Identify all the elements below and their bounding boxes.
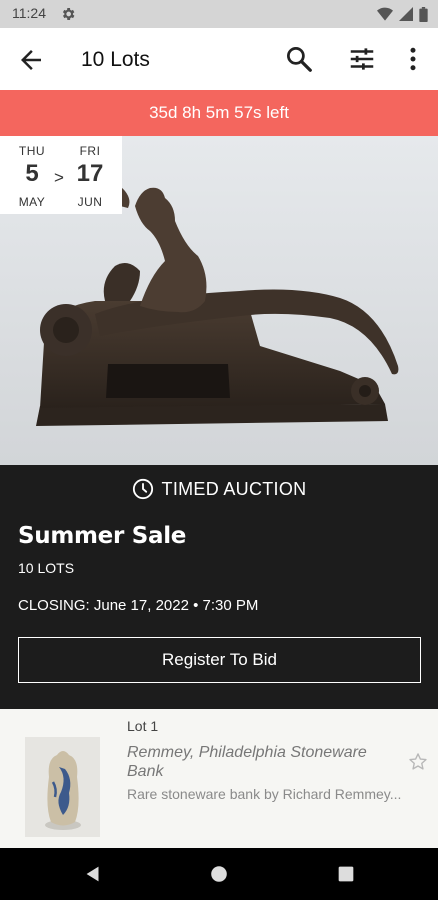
end-day-of-week: FRI [79, 144, 101, 158]
auction-type-row: TIMED AUCTION [0, 478, 438, 500]
stoneware-bank-image [25, 737, 100, 837]
auction-type-label: TIMED AUCTION [161, 479, 307, 499]
wifi-icon [377, 7, 393, 21]
lot-number: Lot 1 [127, 718, 159, 734]
gear-icon [62, 8, 75, 20]
list-item[interactable]: Lot 1 Remmey, Philadelphia Stoneware Ban… [0, 709, 438, 848]
search-icon[interactable] [284, 44, 314, 74]
status-bar: 11:24 [0, 0, 438, 28]
register-to-bid-button[interactable]: Register To Bid [18, 637, 421, 683]
start-month: MAY [18, 195, 46, 209]
filter-sliders-icon[interactable] [347, 44, 377, 74]
signal-icon [399, 7, 413, 21]
status-time: 11:24 [12, 5, 46, 21]
app-bar: 10 Lots [0, 28, 438, 90]
lot-title[interactable]: Remmey, Philadelphia Stoneware Bank [127, 743, 397, 781]
home-circle-icon[interactable] [208, 863, 230, 885]
battery-icon [419, 6, 428, 22]
start-day: 5 [25, 160, 39, 187]
clock-icon [132, 478, 153, 500]
end-day: 17 [76, 160, 104, 187]
closing-date: CLOSING: June 17, 2022 • 7:30 PM [18, 597, 259, 614]
start-day-of-week: THU [18, 144, 46, 158]
back-arrow-icon[interactable] [16, 45, 46, 75]
end-date: FRI 17 JUN [70, 144, 110, 209]
auction-info-panel: TIMED AUCTION Summer Sale 10 LOTS CLOSIN… [0, 465, 438, 709]
lots-count: 10 LOTS [18, 560, 75, 576]
page-title: 10 Lots [81, 48, 150, 71]
recents-square-icon[interactable] [335, 863, 357, 885]
date-range-box: THU 5 MAY > FRI 17 JUN [0, 136, 122, 214]
lot-thumbnail[interactable] [25, 737, 100, 837]
more-vert-icon[interactable] [398, 44, 428, 74]
back-triangle-icon[interactable] [82, 863, 104, 885]
sale-title: Summer Sale [18, 523, 187, 549]
lot-description: Rare stoneware bank by Richard Remmey... [127, 786, 402, 802]
auction-hero-image[interactable]: THU 5 MAY > FRI 17 JUN [0, 136, 438, 465]
date-separator: > [54, 168, 64, 187]
start-date: THU 5 MAY [12, 144, 52, 209]
star-outline-icon[interactable] [407, 751, 429, 773]
system-nav-bar [0, 848, 438, 900]
end-month: JUN [77, 195, 103, 209]
countdown-banner: 35d 8h 5m 57s left [0, 90, 438, 136]
